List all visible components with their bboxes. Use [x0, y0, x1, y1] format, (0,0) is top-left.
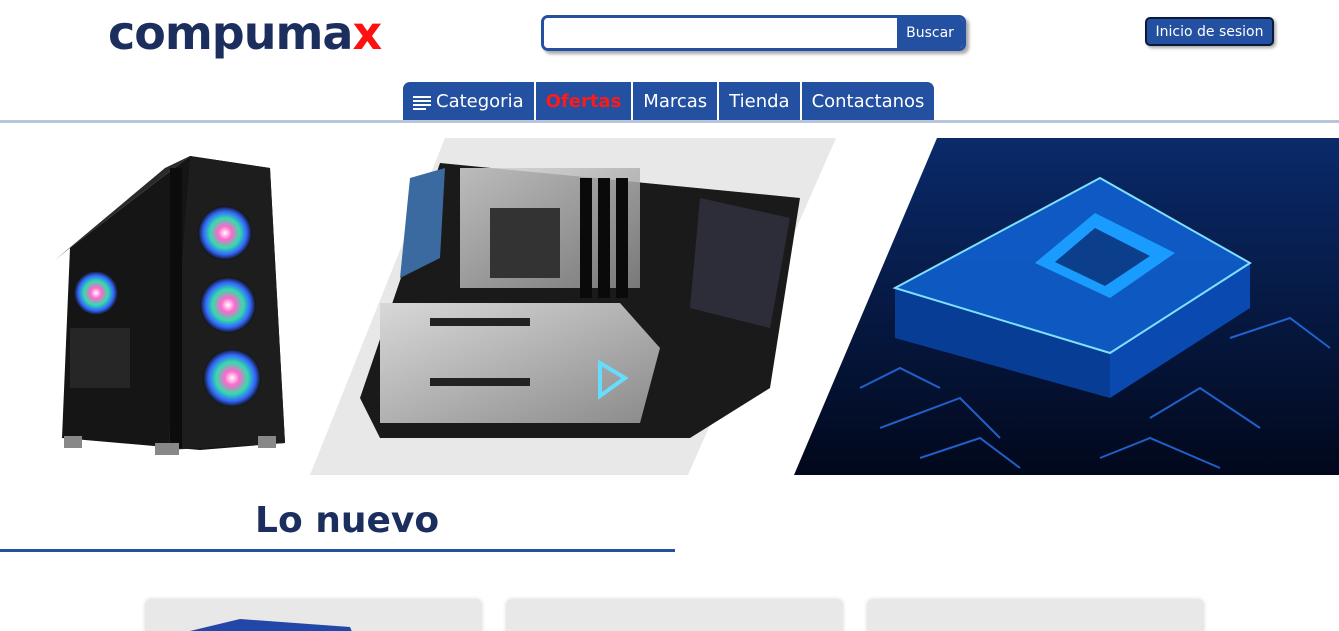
nav-tab-tienda[interactable]: Tienda — [719, 82, 802, 120]
logo-text: compuma — [108, 6, 353, 60]
motherboard-image — [310, 138, 836, 475]
section-underline — [0, 549, 675, 552]
search-input[interactable] — [544, 18, 900, 48]
menu-icon — [413, 96, 431, 110]
nav-tab-categoria[interactable]: Categoria — [403, 82, 536, 120]
logo[interactable]: compumax — [108, 6, 382, 60]
product-card[interactable] — [867, 599, 1204, 631]
pc-case-image — [55, 156, 285, 455]
processor-chip-image — [794, 138, 1339, 475]
product-image — [190, 619, 352, 631]
page: compumax Buscar Inicio de sesion Categor… — [0, 0, 1339, 631]
nav-tab-contactanos[interactable]: Contactanos — [801, 82, 935, 120]
main-nav: Categoria Ofertas Marcas Tienda Contacta… — [403, 82, 935, 120]
search-button[interactable]: Buscar — [897, 18, 963, 48]
section-title: Lo nuevo — [255, 500, 440, 541]
nav-divider — [0, 120, 1339, 123]
product-card[interactable] — [506, 599, 843, 631]
product-card[interactable] — [145, 599, 482, 631]
hero-banner — [55, 138, 1339, 475]
nav-tab-label: Categoria — [436, 90, 524, 112]
nav-tab-ofertas[interactable]: Ofertas — [535, 82, 634, 120]
nav-tab-marcas[interactable]: Marcas — [633, 82, 720, 120]
search-bar: Buscar — [541, 15, 966, 51]
login-button[interactable]: Inicio de sesion — [1145, 17, 1274, 46]
logo-accent: x — [352, 6, 382, 60]
